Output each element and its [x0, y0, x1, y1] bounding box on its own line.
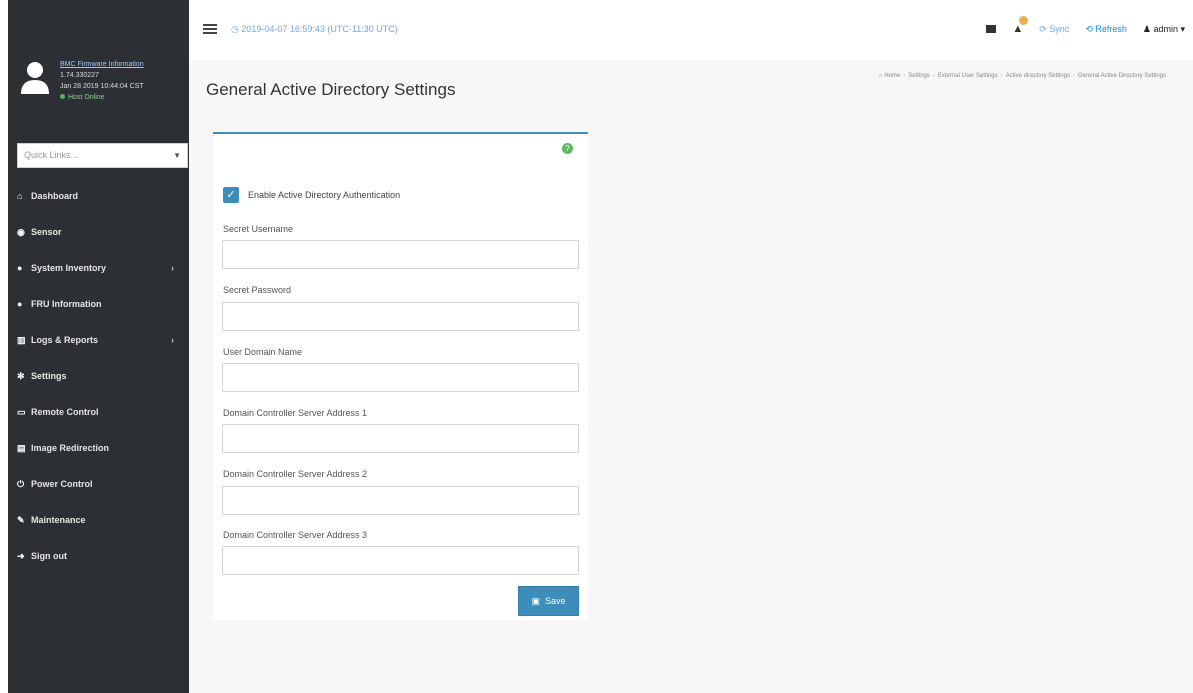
sidebar-nav: ⌂ Dashboard ◉ Sensor ● System Inventory › ● F…	[8, 178, 189, 574]
host-status: Host Online	[60, 92, 144, 103]
sidebar: BMC Firmware Information 1.74.330227 Jan…	[8, 0, 189, 693]
disk-icon: ▤	[17, 443, 26, 453]
firmware-title-link[interactable]: BMC Firmware Information	[60, 59, 144, 70]
sidebar-item-sensor[interactable]: ◉ Sensor	[8, 214, 189, 250]
sync-icon: ⟳	[1039, 23, 1050, 34]
firmware-version: 1.74.330227	[60, 72, 99, 79]
sidebar-item-logs-reports[interactable]: ▥ Logs & Reports ›	[8, 322, 189, 358]
enable-ad-checkbox[interactable]: ✓	[223, 187, 239, 203]
home-icon: ⌂	[17, 191, 23, 201]
sidebar-item-maintenance[interactable]: ✎ Maintenance	[8, 502, 189, 538]
enable-ad-label: Enable Active Directory Authentication	[248, 190, 401, 200]
breadcrumb: ⌂ Home › Settings › External User Settings › A…	[878, 73, 1166, 79]
sidebar-item-sign-out[interactable]: ➜ Sign out	[8, 538, 189, 574]
info-icon: ●	[17, 263, 23, 273]
secret-password-input[interactable]	[222, 302, 579, 331]
user-domain-name-label: User Domain Name	[223, 347, 303, 357]
power-icon: ⏻	[17, 479, 25, 489]
sidebar-item-remote-control[interactable]: ▭ Remote Control	[8, 394, 189, 430]
dc-server-address-3-label: Domain Controller Server Address 3	[223, 530, 368, 540]
refresh-icon: ⟲	[1085, 23, 1096, 34]
hamburger-menu-icon[interactable]	[203, 24, 217, 34]
page-title: General Active Directory Settings	[206, 80, 456, 99]
enable-ad-row: ✓ Enable Active Directory Authentication	[223, 187, 400, 203]
save-icon: ▣	[531, 595, 540, 606]
breadcrumb-settings[interactable]: Settings	[908, 73, 930, 79]
main-content: General Active Directory Settings ⌂ Home…	[189, 60, 1193, 693]
save-button[interactable]: ▣ Save	[518, 586, 579, 616]
caret-down-icon: ▾	[1177, 23, 1185, 34]
secret-username-label: Secret Username	[223, 224, 294, 234]
firmware-info: BMC Firmware Information 1.74.330227 Jan…	[8, 55, 189, 125]
clock-icon: ◷	[231, 24, 242, 34]
firmware-build-date: Jan 28 2019 10:44:04 CST	[60, 83, 144, 90]
refresh-button[interactable]: ⟲ Refresh	[1085, 24, 1127, 35]
chevron-down-icon: ▼	[173, 151, 181, 160]
sidebar-item-settings[interactable]: ✻ Settings	[8, 358, 189, 394]
sidebar-item-system-inventory[interactable]: ● System Inventory ›	[8, 250, 189, 286]
sync-button[interactable]: ⟳ Sync	[1039, 24, 1069, 35]
status-dot-icon	[60, 94, 65, 99]
user-icon: ♟	[1142, 23, 1154, 34]
alert-icon[interactable]: ▲	[1012, 16, 1029, 35]
chevron-right-icon: ›	[171, 263, 174, 273]
sidebar-item-fru-information[interactable]: ● FRU Information	[8, 286, 189, 322]
sidebar-item-dashboard[interactable]: ⌂ Dashboard	[8, 178, 189, 214]
settings-panel: ? ✓ Enable Active Directory Authenticati…	[213, 132, 588, 620]
dc-server-address-1-input[interactable]	[222, 424, 579, 453]
info-icon: ●	[17, 299, 23, 309]
sensor-icon: ◉	[17, 227, 25, 237]
secret-username-input[interactable]	[222, 240, 579, 269]
dc-server-address-2-input[interactable]	[222, 486, 579, 515]
topbar: ◷ 2019-04-07 16:59:43 (UTC-11:30 UTC) ▲ …	[189, 0, 1193, 60]
wrench-icon: ✎	[17, 515, 25, 525]
breadcrumb-active-directory-settings[interactable]: Active directory Settings	[1006, 73, 1070, 79]
dc-server-address-2-label: Domain Controller Server Address 2	[223, 469, 368, 479]
notification-badge	[1019, 16, 1029, 25]
user-domain-name-input[interactable]	[222, 363, 579, 392]
user-avatar-icon	[21, 62, 49, 94]
user-menu[interactable]: ♟ admin ▾	[1143, 24, 1185, 35]
secret-password-label: Secret Password	[223, 285, 292, 295]
dc-server-address-3-input[interactable]	[222, 546, 579, 575]
mail-icon[interactable]	[986, 25, 997, 33]
sidebar-item-power-control[interactable]: ⏻ Power Control	[8, 466, 189, 502]
help-icon[interactable]: ?	[562, 143, 573, 154]
chevron-right-icon: ›	[171, 335, 174, 345]
sidebar-item-image-redirection[interactable]: ▤ Image Redirection	[8, 430, 189, 466]
dc-server-address-1-label: Domain Controller Server Address 1	[223, 408, 368, 418]
breadcrumb-home[interactable]: Home	[884, 73, 900, 79]
datetime-display: ◷ 2019-04-07 16:59:43 (UTC-11:30 UTC)	[231, 24, 398, 34]
monitor-icon: ▭	[17, 407, 26, 417]
breadcrumb-current: General Active Directory Settings	[1077, 73, 1166, 79]
signout-icon: ➜	[17, 551, 25, 561]
chart-icon: ▥	[17, 335, 26, 345]
quick-links-select[interactable]: Quick Links... ▼	[17, 143, 188, 168]
breadcrumb-external-user-settings[interactable]: External User Settings	[938, 73, 998, 79]
gear-icon: ✻	[17, 371, 25, 381]
